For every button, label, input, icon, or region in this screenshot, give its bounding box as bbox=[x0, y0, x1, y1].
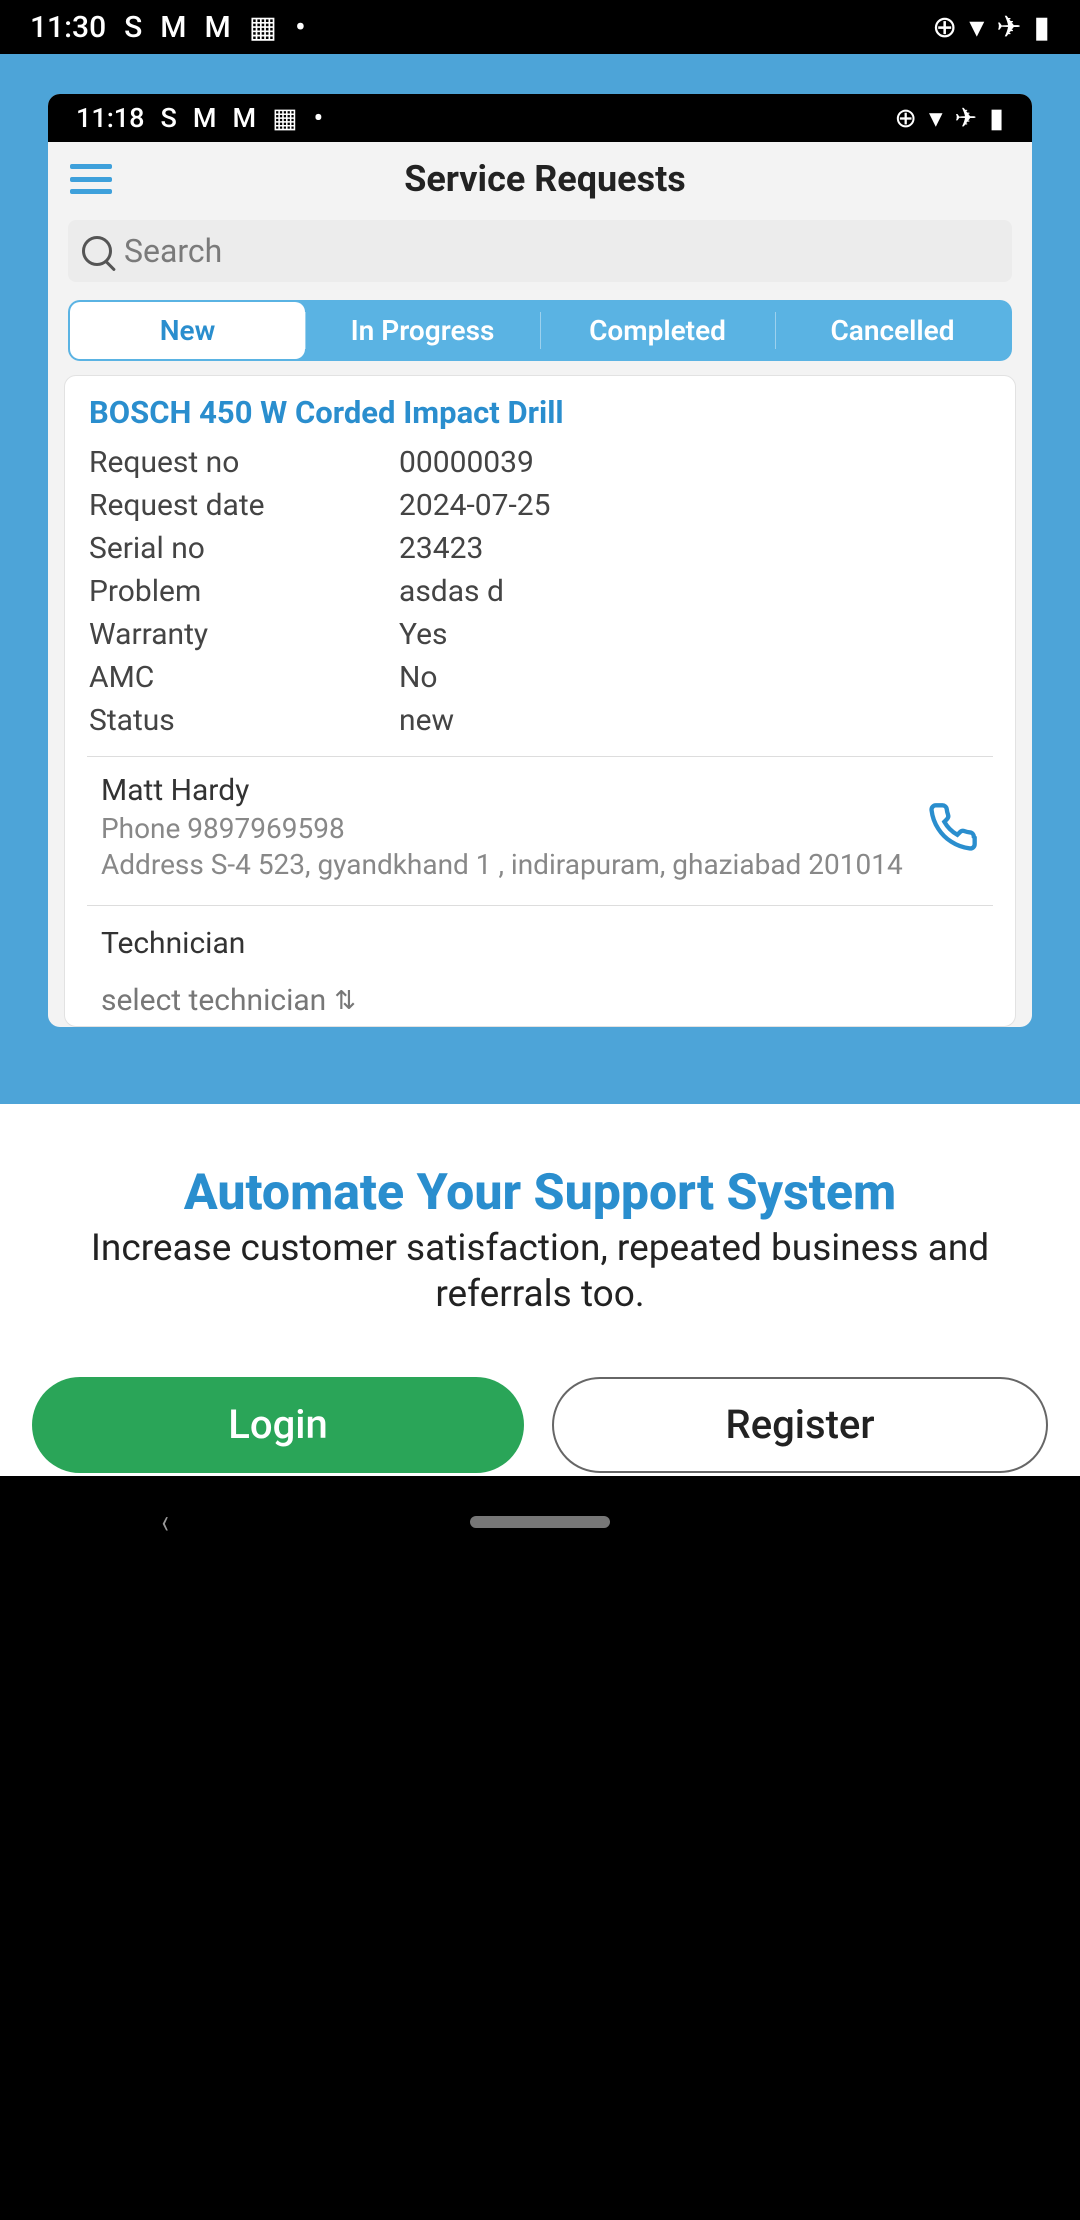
kv-value: 23423 bbox=[399, 531, 991, 566]
kv-serial-no: Serial no 23423 bbox=[89, 531, 991, 566]
airplane-icon: ✈ bbox=[955, 102, 978, 134]
kv-value: Yes bbox=[399, 617, 991, 652]
inner-clock: 11:18 bbox=[76, 102, 145, 134]
home-pill[interactable] bbox=[470, 1516, 610, 1528]
tab-in-progress[interactable]: In Progress bbox=[305, 302, 540, 359]
customer-name: Matt Hardy bbox=[101, 773, 915, 808]
customer-block: Matt Hardy Phone 9897969598 Address S-4 … bbox=[89, 769, 991, 887]
kv-status: Status new bbox=[89, 703, 991, 738]
status-icon-gmail: M bbox=[160, 10, 186, 45]
technician-select-value: select technician bbox=[101, 983, 326, 1018]
divider bbox=[87, 905, 993, 906]
kv-value: new bbox=[399, 703, 991, 738]
technician-block: Technician select technician ⇅ bbox=[89, 918, 991, 1018]
customer-phone: Phone 9897969598 bbox=[101, 812, 915, 845]
wifi-icon: ▾ bbox=[929, 102, 943, 134]
kv-value: 00000039 bbox=[399, 445, 991, 480]
kv-label: Serial no bbox=[89, 531, 399, 566]
status-icon-dot: • bbox=[314, 102, 323, 134]
kv-amc: AMC No bbox=[89, 660, 991, 695]
embedded-app-frame: 11:18 S M M ▦ • ⊕ ▾ ✈ ▮ Service Requests bbox=[48, 94, 1032, 1027]
kv-value: No bbox=[399, 660, 991, 695]
promo-title: Automate Your Support System bbox=[32, 1164, 1048, 1222]
kv-label: Request no bbox=[89, 445, 399, 480]
menu-icon[interactable] bbox=[70, 164, 112, 194]
search-icon bbox=[82, 236, 112, 266]
battery-icon: ▮ bbox=[1033, 10, 1050, 45]
device-clock: 11:30 bbox=[30, 10, 106, 45]
status-icon-gmail: M bbox=[193, 102, 217, 134]
status-icon-m: M bbox=[205, 10, 231, 45]
phone-icon bbox=[927, 801, 979, 853]
app-showcase-panel: 11:18 S M M ▦ • ⊕ ▾ ✈ ▮ Service Requests bbox=[0, 54, 1080, 1104]
call-button[interactable] bbox=[927, 801, 979, 853]
kv-label: Request date bbox=[89, 488, 399, 523]
kv-label: Warranty bbox=[89, 617, 399, 652]
device-status-bar: 11:30 S M M ▦ • ⊕ ▾ ✈ ▮ bbox=[0, 0, 1080, 54]
request-card[interactable]: BOSCH 450 W Corded Impact Drill Request … bbox=[64, 375, 1016, 1027]
kv-label: Problem bbox=[89, 574, 399, 609]
black-fill bbox=[0, 1568, 1080, 2220]
technician-label: Technician bbox=[101, 926, 979, 961]
airplane-icon: ✈ bbox=[996, 10, 1021, 45]
promo-subtitle: Increase customer satisfaction, repeated… bbox=[32, 1226, 1048, 1319]
kv-label: Status bbox=[89, 703, 399, 738]
request-product-title: BOSCH 450 W Corded Impact Drill bbox=[89, 394, 991, 431]
status-icon-calendar: ▦ bbox=[272, 102, 298, 134]
page-title: Service Requests bbox=[122, 158, 968, 200]
status-icon-s: S bbox=[161, 102, 177, 134]
plus-circle-icon: ⊕ bbox=[894, 102, 917, 134]
status-icon-s: S bbox=[124, 10, 142, 45]
kv-value: 2024-07-25 bbox=[399, 488, 991, 523]
back-icon[interactable]: ‹ bbox=[162, 1502, 169, 1542]
battery-icon: ▮ bbox=[989, 102, 1004, 134]
inner-status-bar: 11:18 S M M ▦ • ⊕ ▾ ✈ ▮ bbox=[48, 94, 1032, 142]
tab-completed[interactable]: Completed bbox=[540, 302, 775, 359]
status-icon-calendar: ▦ bbox=[249, 10, 277, 45]
tab-cancelled[interactable]: Cancelled bbox=[775, 302, 1010, 359]
chevron-updown-icon: ⇅ bbox=[334, 986, 356, 1016]
customer-address: Address S-4 523, gyandkhand 1 , indirapu… bbox=[101, 847, 915, 883]
wifi-icon: ▾ bbox=[969, 10, 984, 45]
status-icon-dot: • bbox=[295, 10, 306, 45]
search-placeholder: Search bbox=[124, 232, 222, 270]
kv-value: asdas d bbox=[399, 574, 991, 609]
register-button[interactable]: Register bbox=[552, 1377, 1048, 1473]
kv-request-date: Request date 2024-07-25 bbox=[89, 488, 991, 523]
promo-section: Automate Your Support System Increase cu… bbox=[0, 1104, 1080, 1476]
login-button[interactable]: Login bbox=[32, 1377, 524, 1473]
page-header: Service Requests bbox=[48, 142, 1032, 212]
kv-request-no: Request no 00000039 bbox=[89, 445, 991, 480]
status-tabs: New In Progress Completed Cancelled bbox=[68, 300, 1012, 361]
kv-label: AMC bbox=[89, 660, 399, 695]
status-icon-m: M bbox=[233, 102, 257, 134]
divider bbox=[87, 756, 993, 757]
technician-select[interactable]: select technician ⇅ bbox=[101, 983, 979, 1018]
plus-circle-icon: ⊕ bbox=[932, 10, 957, 45]
tab-new[interactable]: New bbox=[70, 302, 305, 359]
kv-problem: Problem asdas d bbox=[89, 574, 991, 609]
android-nav-bar: ‹ bbox=[0, 1476, 1080, 1568]
kv-warranty: Warranty Yes bbox=[89, 617, 991, 652]
search-input[interactable]: Search bbox=[68, 220, 1012, 282]
